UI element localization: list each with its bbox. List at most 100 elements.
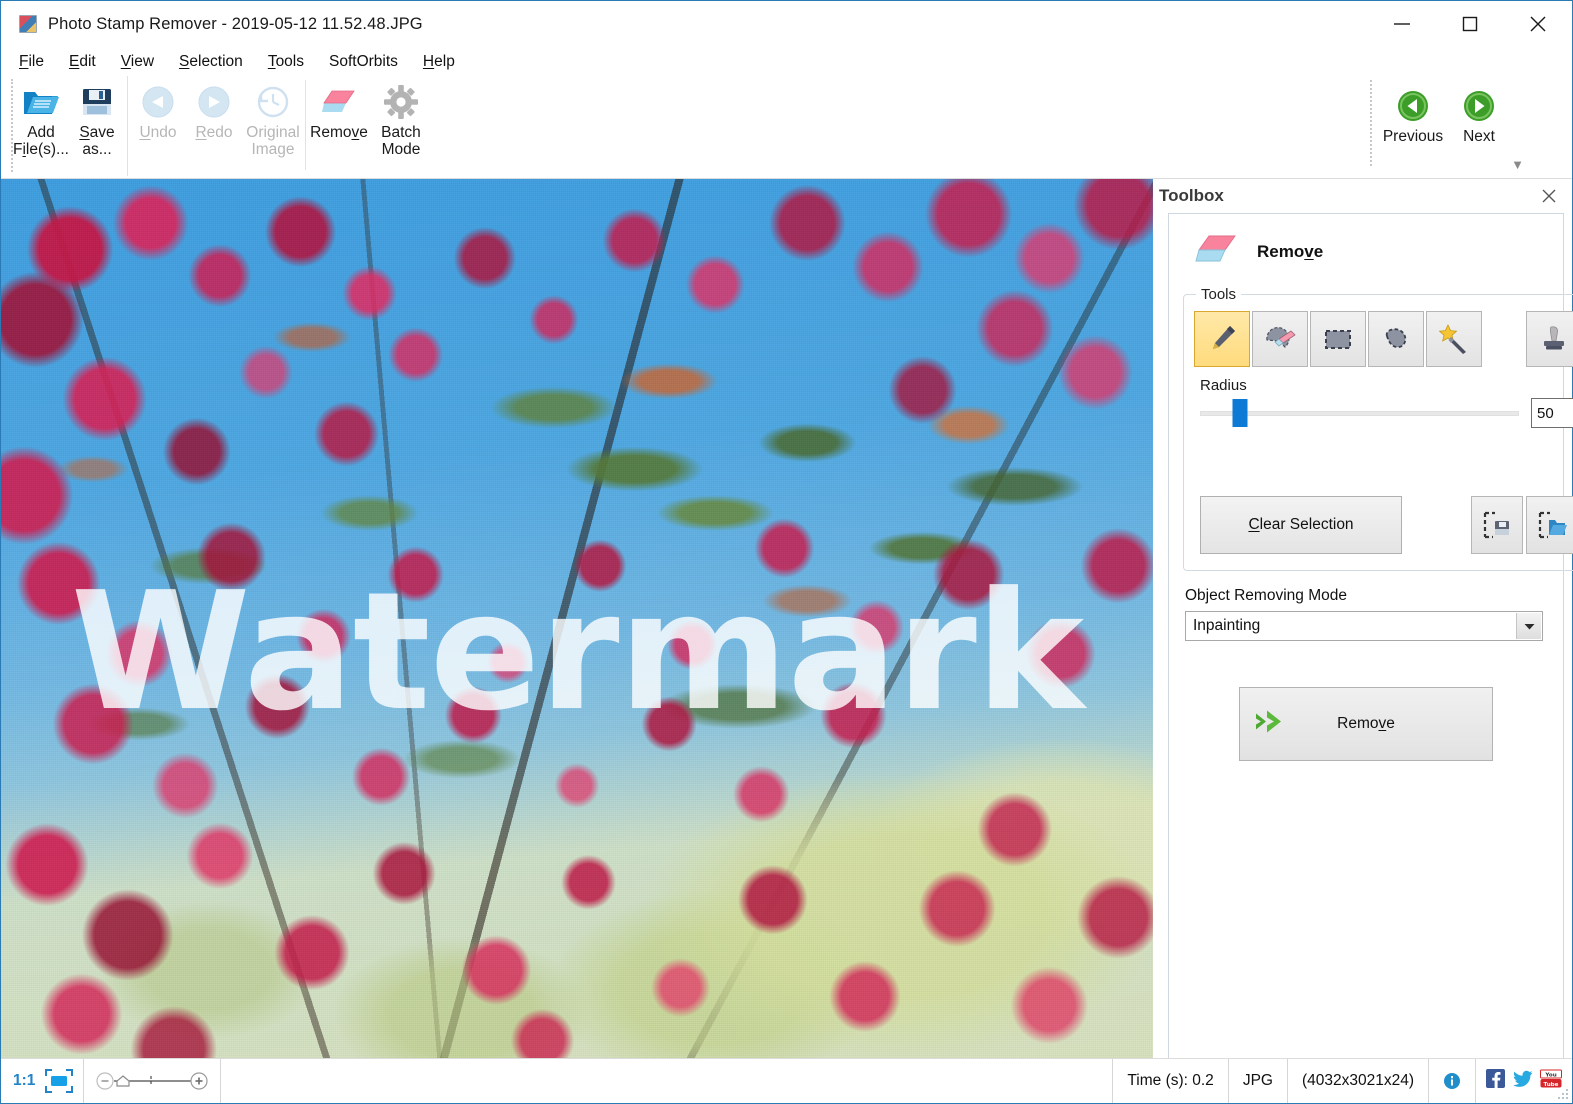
- clock-revert-icon: [256, 82, 290, 122]
- status-spacer: [221, 1059, 1112, 1103]
- remove-action-wrap: Remove: [1181, 687, 1551, 761]
- save-as-label: Save as...: [79, 124, 115, 159]
- facebook-button[interactable]: [1486, 1069, 1505, 1093]
- marker-tool-button[interactable]: [1194, 311, 1250, 367]
- radius-slider[interactable]: [1200, 399, 1519, 427]
- floppy-disk-icon: [81, 82, 113, 122]
- menu-help[interactable]: Help: [421, 52, 457, 72]
- eraser-icon: [1195, 233, 1239, 270]
- menu-selection[interactable]: Selection: [177, 52, 245, 72]
- maximize-button[interactable]: [1436, 1, 1504, 47]
- window-controls: [1368, 1, 1572, 47]
- main-toolbar: Add File(s)... Save as... Undo Redo Orig…: [1, 76, 1572, 179]
- fit-to-screen-button[interactable]: [43, 1059, 85, 1103]
- zoom-ratio-button[interactable]: 1:1: [1, 1059, 43, 1103]
- open-folder-icon: [21, 82, 61, 122]
- menu-bar: File Edit View Selection Tools SoftOrbit…: [1, 47, 1572, 76]
- info-icon: [1444, 1073, 1460, 1089]
- lasso-tool-button[interactable]: [1368, 311, 1424, 367]
- toolbox-header: Toolbox: [1154, 179, 1572, 213]
- toolbox-panel: Toolbox Remove Tools Radius 50 Clear Sel…: [1153, 179, 1573, 1058]
- chevron-down-icon[interactable]: [1516, 613, 1541, 639]
- radius-slider-thumb[interactable]: [1232, 399, 1248, 427]
- previous-arrow-icon: [1396, 86, 1430, 126]
- stamp-tool-button[interactable]: [1526, 311, 1573, 367]
- save-selection-button[interactable]: [1471, 496, 1523, 554]
- facebook-icon: [1486, 1069, 1505, 1088]
- pencil-marker-icon: [1213, 326, 1235, 349]
- original-image-button[interactable]: Original Image: [242, 76, 304, 178]
- object-removing-mode-select[interactable]: Inpainting: [1185, 611, 1543, 641]
- toolbox-close-icon[interactable]: [1540, 187, 1558, 205]
- menu-file[interactable]: File: [17, 52, 46, 72]
- radius-value-input[interactable]: 50: [1531, 398, 1573, 428]
- work-area: Watermark Toolbox Remove Tools Radius 50…: [1, 179, 1573, 1058]
- toolbar-group-history: Undo Redo Original Image: [127, 76, 306, 176]
- home-zoom-icon: [116, 1075, 131, 1087]
- status-dimensions: (4032x3021x24): [1288, 1059, 1429, 1103]
- application-window: Photo Stamp Remover - 2019-05-12 11.52.4…: [0, 0, 1573, 1104]
- previous-button[interactable]: Previous: [1380, 76, 1446, 176]
- next-button[interactable]: Next: [1446, 76, 1512, 176]
- resize-grip[interactable]: [1555, 1086, 1569, 1100]
- window-title: Photo Stamp Remover - 2019-05-12 11.52.4…: [48, 14, 423, 33]
- photo-blossom-tree: [1, 179, 1153, 1058]
- object-removing-mode-label: Object Removing Mode: [1185, 587, 1347, 604]
- next-label: Next: [1463, 128, 1495, 145]
- load-selection-button[interactable]: [1526, 496, 1573, 554]
- fit-to-screen-icon: [45, 1069, 74, 1093]
- twitter-button[interactable]: [1512, 1070, 1533, 1093]
- original-image-label: Original Image: [246, 124, 300, 159]
- eraser-tool-button[interactable]: [1252, 311, 1308, 367]
- toolbox-body: Remove Tools Radius 50 Clear Selection O…: [1168, 213, 1573, 1058]
- menu-edit[interactable]: Edit: [67, 52, 98, 72]
- toolbox-mode-title: Remove: [1257, 241, 1324, 261]
- selection-io-buttons: [1471, 496, 1573, 554]
- redo-label: Redo: [195, 124, 233, 141]
- toolbox-mode-header: Remove: [1195, 233, 1551, 270]
- save-as-button[interactable]: Save as...: [69, 76, 125, 178]
- previous-label: Previous: [1382, 128, 1444, 145]
- next-arrow-icon: [1462, 86, 1496, 126]
- clear-selection-button[interactable]: Clear Selection: [1200, 496, 1402, 554]
- load-selection-icon: [1538, 511, 1567, 539]
- batch-mode-button[interactable]: Batch Mode: [370, 76, 432, 178]
- remove-button[interactable]: Remove: [1239, 687, 1493, 761]
- remove-toolbar-button[interactable]: Remove: [308, 76, 370, 178]
- menu-view[interactable]: View: [119, 52, 156, 72]
- image-canvas[interactable]: Watermark: [1, 179, 1153, 1058]
- app-icon: [19, 15, 37, 33]
- rectangle-selection-icon: [1325, 330, 1351, 349]
- photo-layer-grain: [1, 179, 1153, 1058]
- status-format: JPG: [1229, 1059, 1288, 1103]
- zoom-slider[interactable]: [84, 1059, 222, 1103]
- toolbox-title: Toolbox: [1159, 186, 1224, 205]
- status-time: Time (s): 0.2: [1112, 1059, 1229, 1103]
- tools-row: [1194, 311, 1573, 367]
- redo-arrow-icon: [197, 82, 231, 122]
- undo-label: Undo: [139, 124, 177, 141]
- ribbon-expand-caret[interactable]: ▼: [1511, 157, 1524, 172]
- undo-arrow-icon: [141, 82, 175, 122]
- toolbar-group-actions: Remove Batch Mode: [306, 76, 434, 176]
- lasso-icon: [1385, 328, 1407, 349]
- batch-mode-label: Batch Mode: [381, 124, 421, 159]
- magic-wand-icon: [1438, 324, 1466, 354]
- title-bar: Photo Stamp Remover - 2019-05-12 11.52.4…: [1, 1, 1572, 47]
- minimize-button[interactable]: [1368, 1, 1436, 47]
- menu-softorbits[interactable]: SoftOrbits: [327, 52, 400, 72]
- rectangle-select-tool-button[interactable]: [1310, 311, 1366, 367]
- magic-wand-tool-button[interactable]: [1426, 311, 1482, 367]
- menu-tools[interactable]: Tools: [266, 52, 306, 72]
- close-button[interactable]: [1504, 1, 1572, 47]
- info-button[interactable]: [1429, 1059, 1476, 1103]
- undo-button[interactable]: Undo: [130, 76, 186, 178]
- tools-group: Tools Radius 50 Clear Selection: [1183, 286, 1573, 571]
- add-files-button[interactable]: Add File(s)...: [13, 76, 69, 178]
- selection-actions-row: Clear Selection: [1194, 496, 1573, 556]
- gear-icon: [383, 82, 419, 122]
- remove-toolbar-label: Remove: [310, 124, 368, 141]
- toolbar-group-navigation: Previous Next: [1370, 76, 1512, 176]
- tools-group-label: Tools: [1201, 286, 1237, 303]
- redo-button[interactable]: Redo: [186, 76, 242, 178]
